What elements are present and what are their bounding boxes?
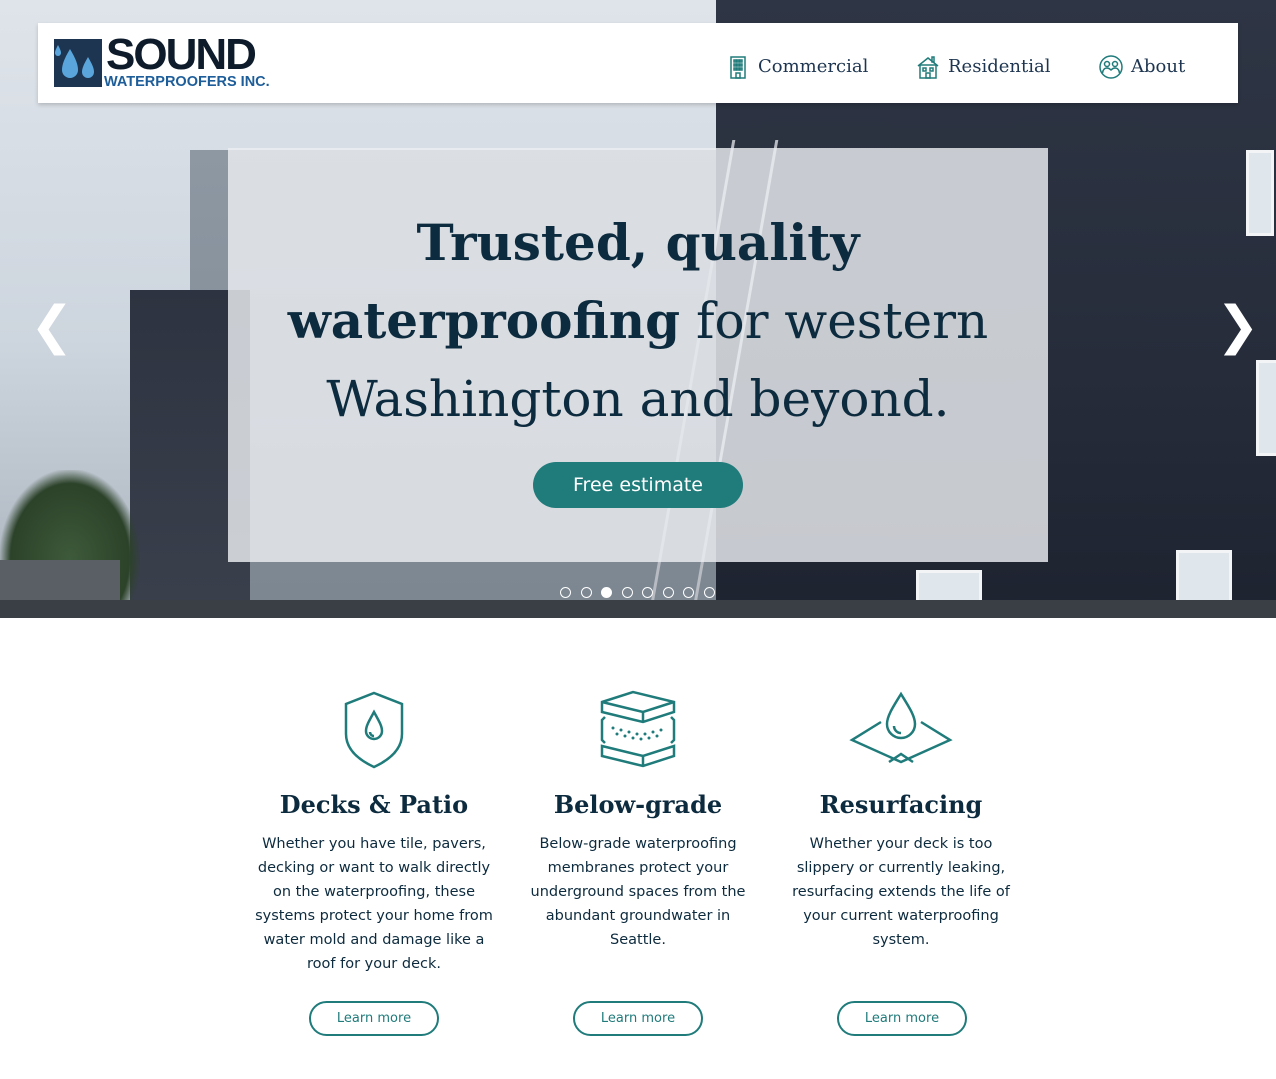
feature-below-grade-title: Below-grade [553,790,723,819]
headline-bold-2: waterproofing [287,291,681,350]
logo-subtitle: WATERPROOFERS INC. [104,74,270,90]
feature-decks-text: Whether you have tile, pavers, decking o… [255,836,493,972]
carousel-dot[interactable] [601,587,612,598]
headline-rest-2: Washington and beyond. [326,370,950,428]
building-icon [726,55,750,79]
drop-surface-icon [846,690,956,770]
carousel-dot[interactable] [642,587,653,598]
carousel-dot[interactable] [580,587,592,598]
nav-residential-label: Residential [948,56,1051,77]
hero-window [1256,360,1276,456]
logo-drops-icon [54,39,102,87]
layers-icon [583,690,693,770]
feature-resurfacing-title: Resurfacing [819,790,983,819]
decks-learn-more-button[interactable]: Learn more [309,1001,439,1036]
company-logo[interactable]: SOUND WATERPROOFERS INC. [54,33,284,90]
hero-window [1246,150,1274,236]
house-icon [916,55,940,79]
free-estimate-button[interactable]: Free estimate [533,462,743,508]
hero-overlay: Trusted, quality waterproofing for weste… [228,148,1048,562]
carousel-dots [560,587,720,599]
carousel-dot[interactable] [703,587,715,598]
feature-resurfacing-text: Whether your deck is too slippery or cur… [792,836,1010,948]
hero-headline: Trusted, quality waterproofing for weste… [228,204,1048,438]
logo-word: SOUND [106,30,257,79]
below-grade-learn-more-button[interactable]: Learn more [573,1001,703,1036]
headline-rest-1: for western [680,292,989,350]
site-header: SOUND WATERPROOFERS INC. Commercial Resi… [38,23,1238,103]
carousel-dot[interactable] [560,587,571,598]
headline-bold-1: Trusted, quality [416,213,860,272]
feature-below-grade-text: Below-grade waterproofing membranes prot… [530,836,746,948]
carousel-dot[interactable] [683,587,694,598]
carousel-dot[interactable] [662,587,674,598]
hero-ground [0,600,1276,618]
carousel-prev-icon[interactable]: ❮ [30,296,74,356]
feature-decks-title: Decks & Patio [279,790,469,819]
carousel-dot[interactable] [621,587,633,598]
resurfacing-learn-more-button[interactable]: Learn more [837,1001,967,1036]
nav-commercial-label: Commercial [758,56,869,77]
carousel-next-icon[interactable]: ❯ [1216,296,1260,356]
people-icon [1099,55,1123,79]
nav-about-label: About [1131,56,1186,77]
shield-drop-icon [319,690,429,770]
